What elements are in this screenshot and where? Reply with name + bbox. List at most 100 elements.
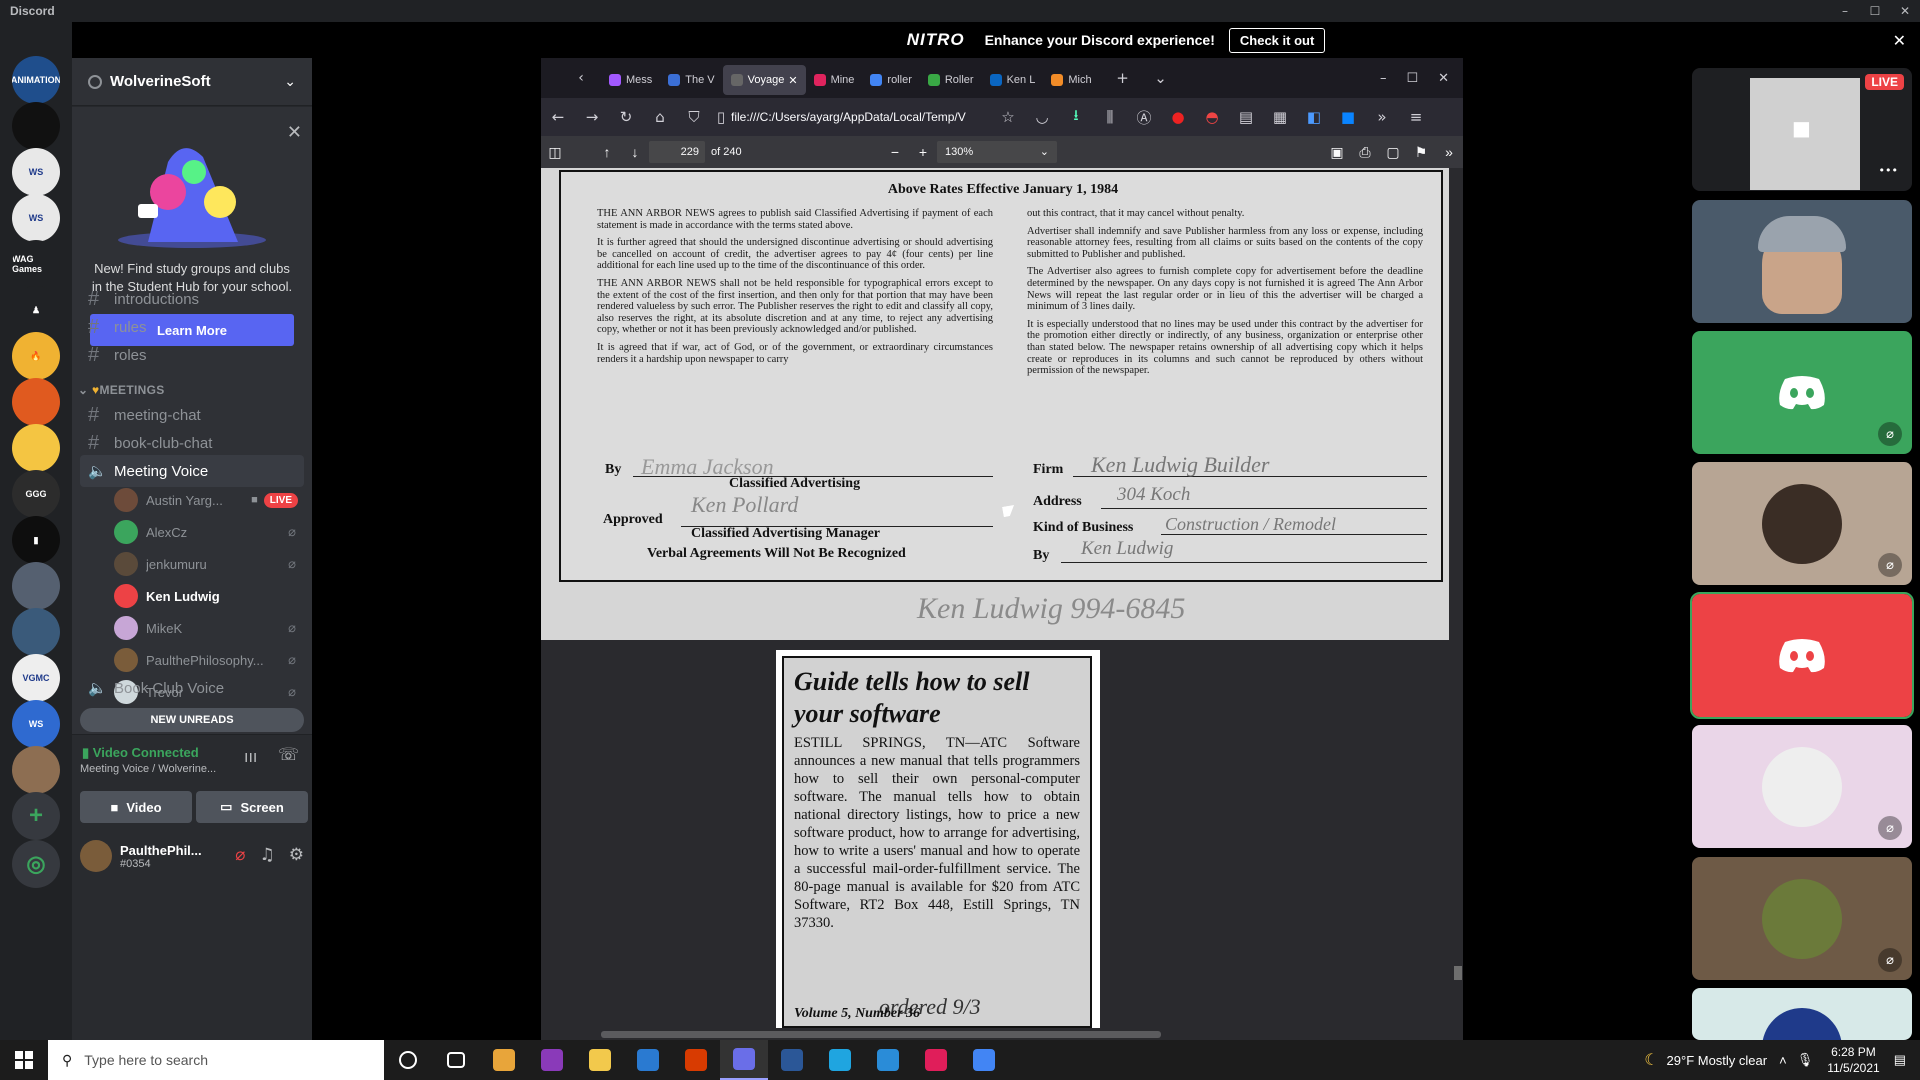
taskbar-app[interactable]: [912, 1040, 960, 1080]
save-icon[interactable]: ▢: [1379, 144, 1407, 161]
browser-tab[interactable]: Mess: [601, 65, 660, 95]
minimize-button[interactable]: –: [1830, 0, 1860, 22]
page-number-input[interactable]: 229: [649, 141, 705, 163]
close-icon[interactable]: ✕: [1438, 71, 1449, 86]
overflow-icon[interactable]: »: [1365, 108, 1399, 126]
taskbar-app[interactable]: [528, 1040, 576, 1080]
chevron-up-icon[interactable]: ˄: [1779, 1053, 1787, 1068]
server-icon[interactable]: GGG: [12, 470, 60, 518]
back-icon[interactable]: ←: [541, 108, 575, 126]
presentation-icon[interactable]: ▣: [1323, 144, 1351, 161]
close-tab-icon[interactable]: ✕: [788, 74, 797, 87]
microphone-icon[interactable]: 🎙: [1797, 1052, 1814, 1068]
participant-tile[interactable]: [1692, 200, 1912, 323]
zoom-in-icon[interactable]: +: [909, 144, 937, 160]
browser-tab[interactable]: roller: [862, 65, 919, 95]
browser-tab[interactable]: The V: [660, 65, 722, 95]
weather-text[interactable]: 29°F Mostly clear: [1667, 1053, 1768, 1068]
server-icon[interactable]: WS: [12, 700, 60, 748]
previous-page-icon[interactable]: ↑: [593, 144, 621, 160]
tools-icon[interactable]: »: [1435, 144, 1463, 160]
bookmark-icon[interactable]: ⚑: [1407, 144, 1435, 161]
voice-user[interactable]: PaulthePhilosophy... ⌀: [114, 645, 304, 675]
server-icon[interactable]: VGMC: [12, 654, 60, 702]
participant-tile[interactable]: ⌀: [1692, 725, 1912, 848]
notifications-icon[interactable]: ▤: [1894, 1052, 1906, 1068]
zoom-out-icon[interactable]: −: [881, 144, 909, 160]
tab-list-icon[interactable]: ⌄: [1146, 69, 1176, 87]
gear-icon[interactable]: ⚙: [289, 845, 304, 865]
minimize-icon[interactable]: –: [1380, 71, 1387, 86]
taskbar-app[interactable]: [480, 1040, 528, 1080]
menu-icon[interactable]: ≡: [1399, 108, 1433, 126]
vertical-scrollbar[interactable]: [1453, 168, 1463, 1028]
taskbar-app[interactable]: [672, 1040, 720, 1080]
taskbar-app[interactable]: [624, 1040, 672, 1080]
voice-location[interactable]: Meeting Voice / Wolverine...: [80, 763, 216, 775]
avatar[interactable]: [80, 840, 112, 872]
server-icon[interactable]: [12, 424, 60, 472]
extension-color-icon[interactable]: ◧: [1297, 108, 1331, 126]
voice-channel-book-club[interactable]: 🔈 Book Club Voice: [80, 672, 304, 704]
headphones-icon[interactable]: ♫: [260, 845, 275, 865]
server-icon[interactable]: [12, 608, 60, 656]
voice-user[interactable]: MikeK ⌀: [114, 613, 304, 643]
mute-mic-icon[interactable]: ⌀: [235, 845, 245, 865]
server-icon[interactable]: WAG Games: [12, 240, 60, 288]
explore-servers-icon[interactable]: ◎: [12, 840, 60, 888]
participant-tile[interactable]: ⌀: [1692, 462, 1912, 585]
taskbar-app[interactable]: [816, 1040, 864, 1080]
home-icon[interactable]: ⌂: [643, 108, 677, 126]
maximize-button[interactable]: ☐: [1860, 0, 1890, 22]
video-button[interactable]: ■ Video: [80, 791, 192, 823]
new-tab-icon[interactable]: +: [1108, 69, 1138, 87]
print-icon[interactable]: ⎙: [1351, 144, 1379, 161]
extension-a-icon[interactable]: Ⓐ: [1127, 107, 1161, 128]
taskbar-app[interactable]: [864, 1040, 912, 1080]
check-it-out-button[interactable]: Check it out: [1228, 27, 1326, 53]
taskbar-app[interactable]: [432, 1040, 480, 1080]
server-icon[interactable]: ANIMATION: [12, 56, 60, 104]
close-icon[interactable]: ✕: [287, 122, 302, 143]
extension-doc-icon[interactable]: ▤: [1229, 108, 1263, 126]
participant-tile[interactable]: ⌀: [1692, 331, 1912, 454]
scrollbar-thumb[interactable]: [601, 1031, 1161, 1038]
voice-user[interactable]: Ken Ludwig: [114, 581, 304, 611]
voice-user[interactable]: Austin Yarg... ■ LIVE: [114, 485, 304, 515]
reload-icon[interactable]: ↻: [609, 108, 643, 126]
more-options-icon[interactable]: •••: [1879, 164, 1898, 177]
server-header[interactable]: WolverineSoft ⌄: [72, 58, 312, 106]
scrollbar-thumb[interactable]: [1454, 966, 1462, 980]
browser-tab[interactable]: Mine: [806, 65, 863, 95]
horizontal-scrollbar[interactable]: [541, 1028, 1463, 1040]
server-icon[interactable]: [12, 102, 60, 150]
voice-channel-meeting[interactable]: 🔈 Meeting Voice: [80, 455, 304, 487]
server-icon[interactable]: [12, 562, 60, 610]
noise-suppression-icon[interactable]: ııı: [244, 747, 257, 766]
extension-lock-icon[interactable]: ◓: [1195, 108, 1229, 126]
pocket-icon[interactable]: ◡: [1025, 108, 1059, 126]
add-server-icon[interactable]: +: [12, 792, 60, 840]
server-icon[interactable]: 🔥: [12, 332, 60, 380]
voice-user[interactable]: jenkumuru ⌀: [114, 549, 304, 579]
close-window-button[interactable]: ✕: [1890, 0, 1920, 22]
screen-share-button[interactable]: ▭ Screen: [196, 791, 308, 823]
maximize-icon[interactable]: ☐: [1406, 71, 1418, 86]
new-unreads-pill[interactable]: NEW UNREADS: [80, 708, 304, 732]
participant-tile[interactable]: ■ LIVE •••: [1692, 68, 1912, 191]
extension-blue-icon[interactable]: ■: [1331, 108, 1365, 126]
browser-tab[interactable]: Voyage ✕: [722, 65, 806, 95]
zoom-select[interactable]: 130% ⌄: [937, 141, 1057, 163]
server-icon[interactable]: WS: [12, 194, 60, 242]
channel-introductions[interactable]: # introductions: [80, 286, 304, 312]
library-icon[interactable]: ⫼: [1093, 108, 1127, 126]
forward-icon[interactable]: →: [575, 108, 609, 126]
start-button[interactable]: [0, 1040, 48, 1080]
server-icon[interactable]: [12, 378, 60, 426]
disconnect-icon[interactable]: ☏: [278, 745, 299, 765]
taskbar-app[interactable]: [720, 1040, 768, 1080]
server-icon[interactable]: ▮: [12, 516, 60, 564]
extension-red-icon[interactable]: ●: [1161, 108, 1195, 126]
channel-roles[interactable]: # roles: [80, 339, 304, 371]
bookmark-star-icon[interactable]: ☆: [991, 108, 1025, 126]
